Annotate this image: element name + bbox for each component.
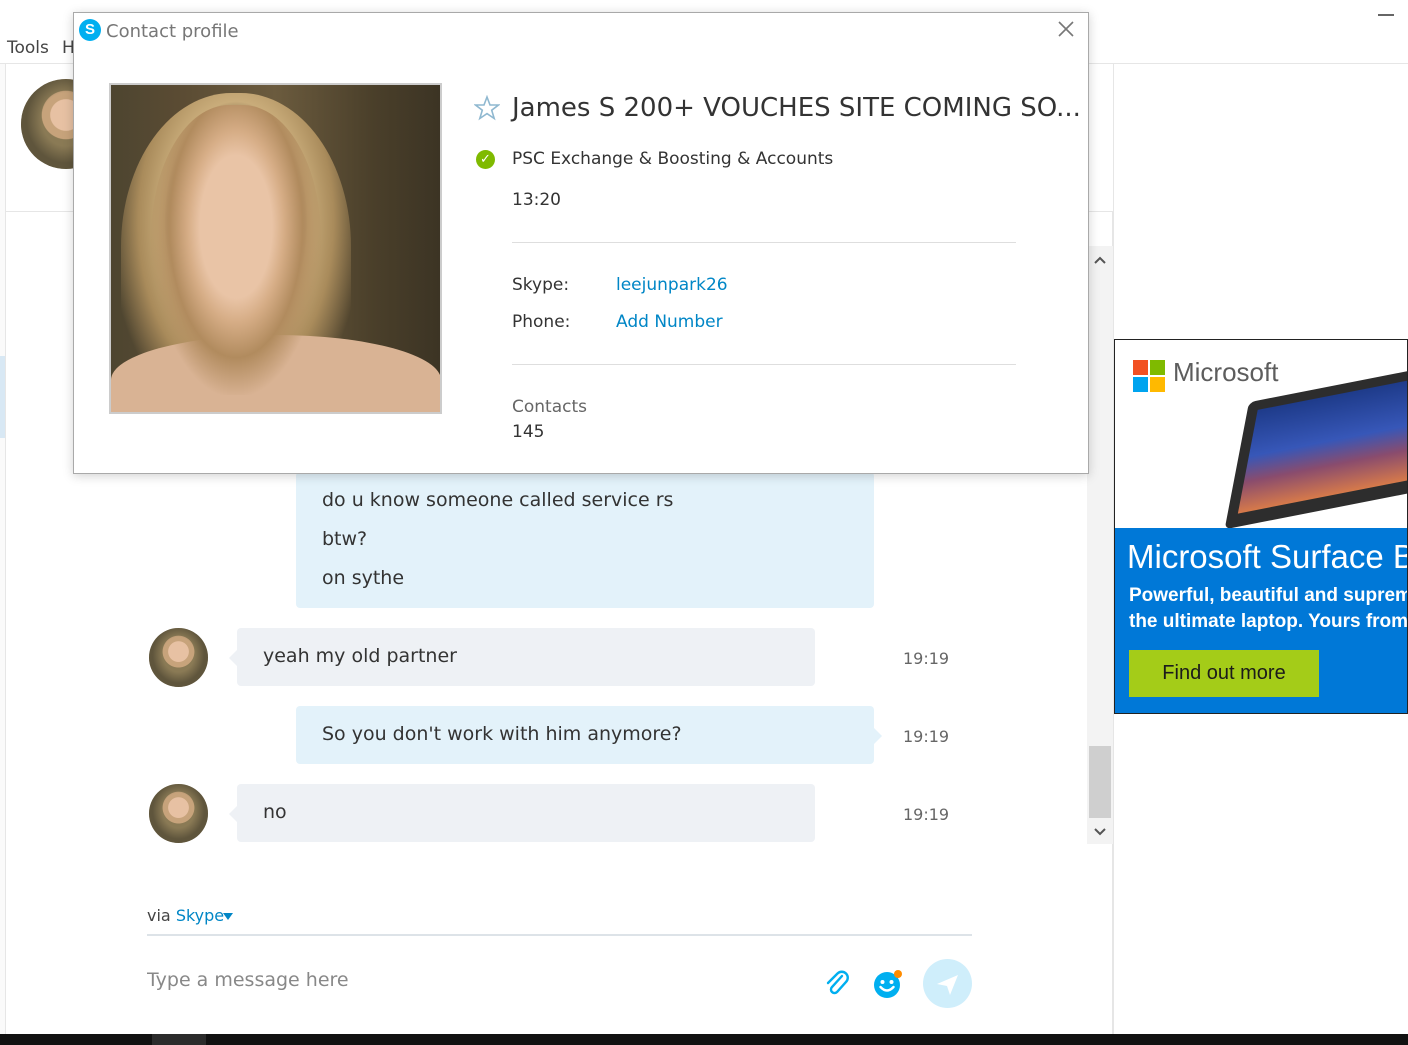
contact-avatar[interactable] [149,784,208,843]
taskbar [0,1034,1408,1045]
message-input[interactable] [147,966,787,994]
contacts-count: 145 [512,422,545,442]
message-text: no [263,801,287,823]
message-text: yeah my old partner [263,645,457,667]
ad-image-area: Microsoft [1115,340,1407,530]
message-text: btw? [322,528,368,550]
message-timestamp: 19:19 [903,805,950,824]
via-selector[interactable]: via Skype [147,906,224,925]
local-time: 13:20 [512,190,561,210]
send-icon [923,959,972,1008]
message-timestamp: 19:19 [903,727,950,746]
chevron-down-icon[interactable] [223,913,233,920]
divider [512,364,1016,365]
bubble-tail [874,728,882,744]
ad-body-line: the ultimate laptop. Yours from [1129,611,1408,632]
message-bubble-incoming[interactable]: yeah my old partner [237,628,815,686]
paperclip-icon[interactable] [822,968,852,998]
mood-message: PSC Exchange & Boosting & Accounts [512,149,834,169]
via-prefix: via [147,906,171,925]
message-timestamp: 19:19 [903,649,950,668]
find-out-more-button[interactable]: Find out more [1129,650,1319,697]
scrollbar-thumb[interactable] [1089,746,1111,818]
skype-logo-icon: S [79,19,101,41]
dialog-title: Contact profile [106,21,239,42]
via-service-link[interactable]: Skype [176,906,224,925]
scroll-up-icon[interactable] [1091,251,1109,269]
message-text: So you don't work with him anymore? [322,723,682,745]
message-text: do u know someone called service rs [322,489,674,511]
send-button[interactable] [923,959,972,1008]
add-number-link[interactable]: Add Number [616,312,723,332]
ad-body: Powerful, beautiful and supreme the ulti… [1129,583,1408,635]
contacts-label: Contacts [512,397,587,417]
advertisement[interactable]: Microsoft Microsoft Surface B Powerful, … [1114,339,1408,714]
bubble-tail [229,806,237,822]
taskbar-app[interactable] [152,1034,206,1045]
message-bubble-incoming[interactable]: no [237,784,815,842]
online-status-icon: ✓ [476,150,495,169]
phone-label: Phone: [512,312,571,332]
selected-contact-indicator [0,356,5,438]
emoticon-icon[interactable] [872,968,904,1000]
ad-body-line: Powerful, beautiful and supreme [1129,585,1408,606]
contact-name: James S 200+ VOUCHES SITE COMING SO... [512,93,1081,123]
minimize-icon[interactable] [1378,14,1394,16]
ad-brand: Microsoft [1173,357,1279,387]
skype-label: Skype: [512,275,570,295]
message-bubble-outgoing[interactable]: So you don't work with him anymore? [296,706,874,764]
close-icon[interactable] [1054,19,1078,43]
menu-item-tools[interactable]: Tools [7,38,49,58]
contact-avatar[interactable] [149,628,208,687]
profile-photo [109,83,442,414]
star-icon[interactable] [473,94,501,121]
ad-title: Microsoft Surface B [1127,538,1408,575]
message-text: on sythe [322,567,405,589]
message-bubble-outgoing[interactable]: do u know someone called service rs btw?… [296,472,874,608]
contact-profile-dialog: S Contact profile James S 200+ VOUCHES S… [73,12,1089,474]
ad-text-panel: Microsoft Surface B Powerful, beautiful … [1115,528,1408,713]
bubble-tail [229,650,237,666]
microsoft-logo-icon [1133,360,1166,393]
divider [512,242,1016,243]
skype-id-link[interactable]: leejunpark26 [616,275,728,295]
composer-divider [147,934,972,936]
scroll-down-icon[interactable] [1091,823,1109,841]
